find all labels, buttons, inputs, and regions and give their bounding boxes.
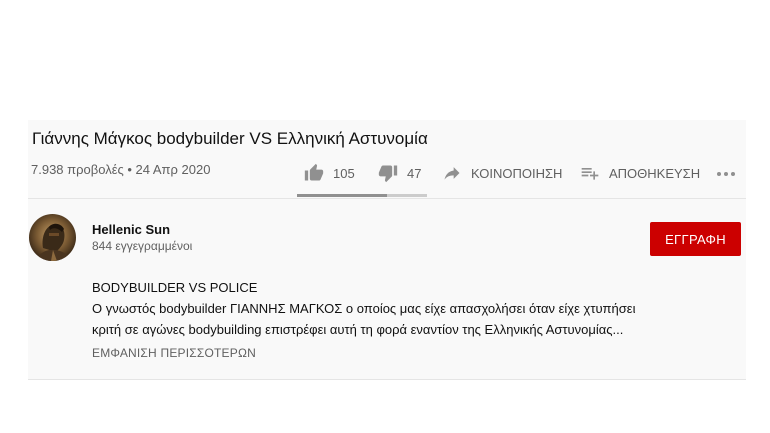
dislike-count: 47 <box>407 165 422 181</box>
channel-name[interactable]: Hellenic Sun <box>92 222 170 237</box>
description-line: Ο γνωστός bodybuilder ΓΙΑΝΝΗΣ ΜΑΓΚΟΣ ο ο… <box>92 301 636 316</box>
thumbs-up-icon <box>304 163 324 183</box>
like-count: 105 <box>333 165 355 181</box>
description-line: κριτή σε αγώνες bodybuilding επιστρέφει … <box>92 322 624 337</box>
video-title: Γιάννης Μάγκος bodybuilder VS Ελληνική Α… <box>32 129 428 148</box>
divider <box>28 198 746 199</box>
description-line: BODYBUILDER VS POLICE <box>92 280 258 295</box>
subscriber-count: 844 εγγεγραμμένοι <box>92 239 193 253</box>
divider <box>28 379 746 380</box>
more-actions-button[interactable] <box>715 163 737 183</box>
sentiment-bar-like-fill <box>297 194 387 197</box>
video-description: BODYBUILDER VS POLICE Ο γνωστός bodybuil… <box>92 277 732 340</box>
thumbs-down-icon <box>378 163 398 183</box>
save-button[interactable]: ΑΠΟΘΗΚΕΥΣΗ <box>580 163 700 183</box>
more-dots-icon <box>715 163 737 183</box>
share-button[interactable]: ΚΟΙΝΟΠΟΙΗΣΗ <box>442 163 562 183</box>
save-label: ΑΠΟΘΗΚΕΥΣΗ <box>609 165 701 181</box>
share-arrow-icon <box>442 163 462 183</box>
channel-avatar[interactable] <box>29 214 76 261</box>
subscribe-button[interactable]: ΕΓΓΡΑΦΗ <box>650 222 741 256</box>
playlist-add-icon <box>580 163 600 183</box>
show-more-button[interactable]: ΕΜΦΑΝΙΣΗ ΠΕΡΙΣΣΟΤΕΡΩΝ <box>92 346 256 360</box>
like-button[interactable]: 105 <box>304 163 355 183</box>
share-label: ΚΟΙΝΟΠΟΙΗΣΗ <box>471 165 563 181</box>
sentiment-bar <box>297 194 427 197</box>
video-meta: 7.938 προβολές • 24 Απρ 2020 <box>31 162 211 177</box>
dislike-button[interactable]: 47 <box>378 163 421 183</box>
